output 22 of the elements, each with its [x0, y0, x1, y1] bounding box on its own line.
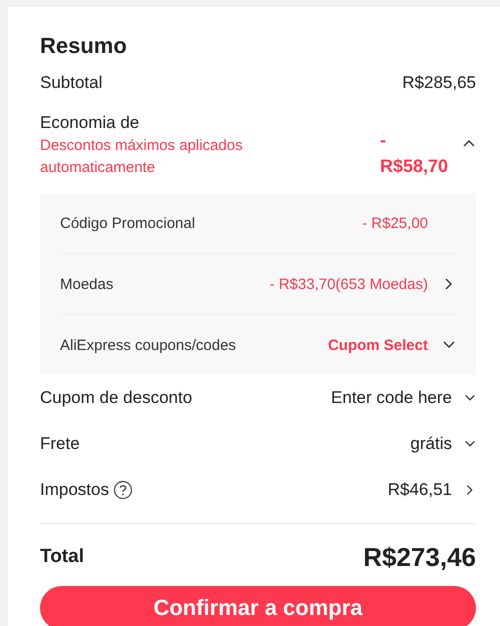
row-label: Frete	[40, 434, 80, 454]
discount-label: AliExpress coupons/codes	[60, 336, 237, 354]
total-value: R$273,46	[363, 542, 476, 572]
summary-title: Resumo	[40, 33, 128, 59]
discount-label: Código Promocional	[60, 214, 196, 232]
total-label: Total	[40, 546, 84, 568]
row-label: Impostos	[40, 480, 109, 500]
row-value: R$46,51	[388, 480, 452, 500]
row-label: Economia de	[40, 113, 140, 133]
savings-value: - R$58,70	[380, 129, 450, 178]
row-value: grátis	[410, 434, 452, 454]
discount-label: Moedas	[60, 276, 114, 292]
row-value: R$285,65	[402, 73, 476, 93]
discount-value: - R$25,00	[362, 214, 428, 232]
help-icon[interactable]	[112, 480, 133, 500]
row-label: Cupom de desconto	[40, 388, 192, 408]
discount-value: - R$33,70(653 Moedas)	[270, 276, 428, 292]
confirm-purchase-button[interactable]: Confirmar a compra	[40, 586, 476, 626]
discount-value: Cupom Select	[328, 336, 428, 354]
row-label: Subtotal	[40, 73, 102, 93]
savings-note: Descontos máximos aplicados automaticamente	[40, 136, 244, 178]
row-value: Enter code here	[331, 388, 452, 408]
